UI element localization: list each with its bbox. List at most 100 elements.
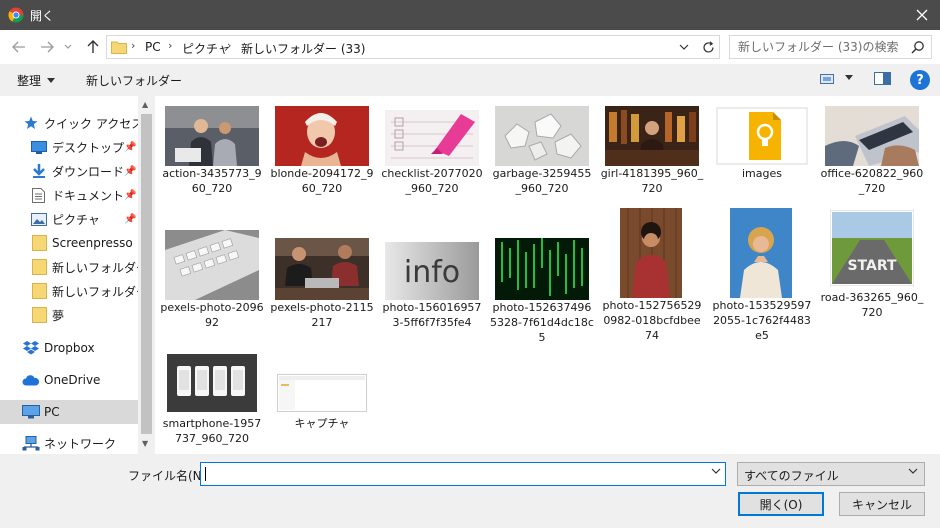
cloud-icon <box>22 374 40 386</box>
desktop-icon <box>31 140 47 154</box>
new-folder-button[interactable]: 新しいフォルダー <box>86 72 182 89</box>
file-name: checklist-2077020_960_720 <box>381 167 483 195</box>
folder-icon <box>111 41 127 54</box>
keep-app-icon <box>716 107 808 165</box>
breadcrumb-current-folder[interactable]: 新しいフォルダー (33) <box>241 40 365 57</box>
sidebar-item-pictures[interactable]: ピクチャ 📌 <box>0 208 138 230</box>
help-button[interactable]: ? <box>910 70 930 90</box>
thumbnail-text: START <box>847 258 897 274</box>
image-thumbnail <box>275 106 369 166</box>
image-thumbnail <box>495 238 589 300</box>
sidebar-item-quick-access[interactable]: クイック アクセス <box>0 112 138 134</box>
image-thumbnail: info <box>385 242 479 300</box>
breadcrumb-pictures[interactable]: ピクチャ <box>182 40 230 57</box>
address-dropdown-button[interactable] <box>675 40 693 54</box>
address-bar[interactable]: › PC › ピクチャ › 新しいフォルダー (33) <box>106 35 720 59</box>
filename-input[interactable] <box>201 463 701 485</box>
pc-icon <box>22 405 40 419</box>
file-name: pexels-photo-209692 <box>160 301 264 329</box>
open-button[interactable]: 開く(O) <box>738 492 824 516</box>
sidebar-item-pc[interactable]: PC <box>0 400 138 424</box>
sidebar-item-label: ネットワーク <box>44 436 117 451</box>
sidebar-item-screenpresso[interactable]: Screenpresso <box>0 232 138 254</box>
sidebar-item-label: デスクトップ <box>52 140 125 155</box>
sidebar-item-yume[interactable]: 夢 <box>0 304 138 326</box>
folder-icon <box>32 259 47 275</box>
back-button[interactable] <box>10 38 28 56</box>
organize-label: 整理 <box>17 74 42 88</box>
sidebar-item-dropbox[interactable]: Dropbox <box>0 337 138 359</box>
search-input[interactable] <box>730 36 905 58</box>
file-name: action-3435773_960_720 <box>162 167 262 195</box>
chevron-down-icon <box>908 468 918 474</box>
scrollbar-thumb[interactable] <box>141 114 152 434</box>
image-thumbnail <box>167 354 257 412</box>
chevron-down-icon <box>679 44 689 50</box>
cancel-button[interactable]: キャンセル <box>839 492 925 516</box>
folder-icon <box>32 283 47 299</box>
preview-pane-icon[interactable] <box>874 72 892 86</box>
text-caret <box>205 467 206 481</box>
sidebar-scrollbar[interactable]: ▲ ▼ <box>138 96 155 454</box>
scroll-down-icon[interactable]: ▼ <box>142 439 148 448</box>
document-icon <box>32 187 45 203</box>
close-button[interactable] <box>910 3 934 27</box>
organize-menu-button[interactable]: 整理 <box>17 72 56 89</box>
arrow-left-icon <box>12 41 25 53</box>
sidebar-item-label: Dropbox <box>44 341 95 355</box>
file-name: photo-1535295972055-1c762f4483e5 <box>712 299 812 342</box>
sidebar-item-label: PC <box>44 405 60 419</box>
navigation-pane: クイック アクセス デスクトップ 📌 ダウンロード 📌 ドキュメント 📌 ピクチ… <box>0 96 155 454</box>
scroll-up-icon[interactable]: ▲ <box>142 100 148 109</box>
image-thumbnail <box>605 106 699 166</box>
image-thumbnail <box>165 106 259 166</box>
sidebar-item-network[interactable]: ネットワーク <box>0 432 138 454</box>
image-thumbnail <box>730 208 792 298</box>
chevron-down-icon[interactable] <box>711 468 721 474</box>
refresh-button[interactable] <box>698 38 718 56</box>
breadcrumb-separator: › <box>131 39 136 52</box>
filename-combobox[interactable] <box>200 462 726 486</box>
sidebar-item-label: ドキュメント <box>52 188 125 203</box>
filetype-select[interactable]: すべてのファイル <box>737 462 925 486</box>
window-title: 開く <box>30 8 55 23</box>
file-name: garbage-3259455_960_720 <box>492 167 592 195</box>
dropdown-triangle-icon <box>47 78 56 83</box>
forward-button[interactable] <box>38 38 56 56</box>
command-bar: 整理 新しいフォルダー <box>0 64 940 96</box>
sidebar-item-new-folder-4[interactable]: 新しいフォルダー (4 <box>0 280 138 302</box>
filename-label: ファイル名(N): <box>128 469 211 483</box>
file-name: pexels-photo-2115217 <box>270 301 374 329</box>
search-icon <box>911 41 924 54</box>
file-name: photo-1560169573-5ff6f7f35fe4 <box>382 301 482 329</box>
chrome-icon <box>8 7 24 23</box>
file-name: girl-4181395_960_720 <box>600 167 704 195</box>
sidebar-item-onedrive[interactable]: OneDrive <box>0 369 138 391</box>
sidebar-item-desktop[interactable]: デスクトップ 📌 <box>0 136 138 158</box>
breadcrumb-separator: › <box>227 39 232 52</box>
sidebar-item-label: Screenpresso <box>52 236 133 250</box>
sidebar-item-documents[interactable]: ドキュメント 📌 <box>0 184 138 206</box>
recent-locations-button[interactable] <box>62 38 74 56</box>
image-thumbnail <box>825 106 919 166</box>
view-dropdown-icon[interactable] <box>845 75 853 80</box>
file-name: images <box>742 167 782 180</box>
sidebar-item-downloads[interactable]: ダウンロード 📌 <box>0 160 138 182</box>
image-thumbnail <box>620 208 682 298</box>
breadcrumb-pc[interactable]: PC <box>145 40 161 54</box>
sidebar-item-label: ダウンロード <box>52 164 125 179</box>
change-view-icon[interactable] <box>820 72 836 86</box>
pictures-icon <box>31 212 47 226</box>
search-box[interactable] <box>729 35 932 59</box>
sidebar-item-new-folder-3[interactable]: 新しいフォルダー (3 <box>0 256 138 278</box>
image-thumbnail <box>275 238 369 300</box>
file-name: キャプチャ <box>294 417 350 430</box>
up-button[interactable] <box>84 38 102 56</box>
sidebar-item-label: 夢 <box>52 308 65 323</box>
arrow-right-icon <box>41 41 54 53</box>
sidebar-item-label: ピクチャ <box>52 212 100 227</box>
folder-icon <box>32 307 47 323</box>
star-icon <box>24 116 38 130</box>
dropbox-icon <box>23 341 39 355</box>
network-icon <box>22 435 40 451</box>
